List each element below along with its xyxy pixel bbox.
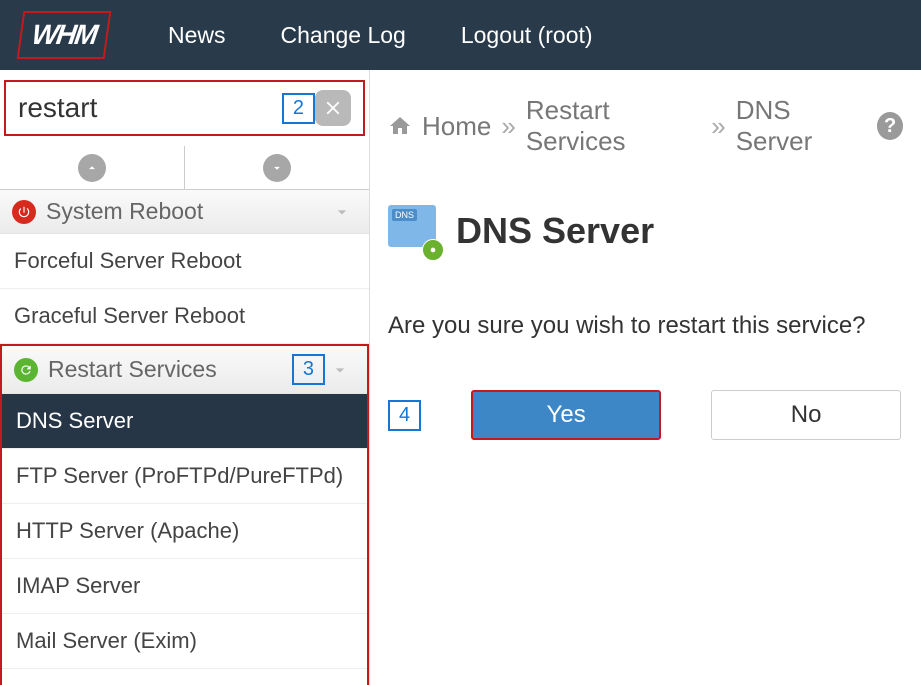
page-title: DNS Server [456, 210, 654, 252]
section-restart-services-highlighted: Restart Services 3 DNS Server FTP Server… [0, 344, 369, 685]
expand-all-button[interactable] [185, 146, 369, 189]
section-restart-services[interactable]: Restart Services 3 [2, 346, 367, 394]
arrow-up-icon [78, 154, 106, 182]
button-row: 4 Yes No [388, 390, 903, 440]
nav-links: News Change Log Logout (root) [168, 22, 593, 49]
confirm-text: Are you sure you wish to restart this se… [388, 312, 903, 340]
topbar: WHM News Change Log Logout (root) [0, 0, 921, 70]
sidebar-item-graceful-reboot[interactable]: Graceful Server Reboot [0, 289, 369, 344]
sidebar-item-ftp-server[interactable]: FTP Server (ProFTPd/PureFTPd) [2, 449, 367, 504]
nav-logout[interactable]: Logout (root) [461, 22, 593, 49]
help-icon[interactable]: ? [877, 112, 903, 140]
sidebar-item-sql-server[interactable]: SQL Server (MySQL) [2, 669, 367, 685]
collapse-expand-row [0, 146, 369, 190]
breadcrumb-home[interactable]: Home [422, 111, 491, 142]
sidebar-item-http-server[interactable]: HTTP Server (Apache) [2, 504, 367, 559]
content: Home » Restart Services » DNS Server ? D… [370, 70, 921, 685]
page-title-row: DNS Server [388, 205, 903, 257]
search-box[interactable]: restart 2 [4, 80, 365, 136]
yes-button[interactable]: Yes [471, 390, 661, 440]
breadcrumb-sep-icon: » [501, 111, 515, 142]
breadcrumb-dns-server: DNS Server [736, 95, 864, 157]
main-container: restart 2 System R [0, 70, 921, 685]
search-badge: 2 [282, 93, 315, 124]
restart-badge: 3 [292, 354, 325, 385]
nav-news[interactable]: News [168, 22, 226, 49]
menu-area: System Reboot Forceful Server Reboot Gra… [0, 190, 369, 685]
breadcrumb-sep-icon: » [711, 111, 725, 142]
power-icon [12, 200, 36, 224]
search-clear-button[interactable] [315, 90, 351, 126]
dns-folder-icon [388, 205, 440, 257]
collapse-all-button[interactable] [0, 146, 185, 189]
sidebar-item-dns-server[interactable]: DNS Server [2, 394, 367, 449]
section-label: System Reboot [46, 198, 327, 225]
sidebar-item-mail-server[interactable]: Mail Server (Exim) [2, 614, 367, 669]
search-value: restart [18, 92, 268, 124]
section-system-reboot[interactable]: System Reboot [0, 190, 369, 234]
check-icon [422, 239, 444, 261]
home-icon[interactable] [388, 114, 412, 138]
arrow-down-icon [263, 154, 291, 182]
chevron-down-icon [325, 360, 355, 380]
chevron-down-icon [327, 202, 357, 222]
breadcrumb-restart-services[interactable]: Restart Services [526, 95, 701, 157]
section-label: Restart Services [48, 356, 278, 383]
no-button[interactable]: No [711, 390, 901, 440]
restart-icon [14, 358, 38, 382]
badge-4: 4 [388, 400, 421, 431]
sidebar-item-forceful-reboot[interactable]: Forceful Server Reboot [0, 234, 369, 289]
nav-changelog[interactable]: Change Log [281, 22, 406, 49]
close-icon [322, 97, 344, 119]
logo[interactable]: WHM [17, 11, 112, 59]
sidebar: restart 2 System R [0, 70, 370, 685]
breadcrumb: Home » Restart Services » DNS Server ? [388, 95, 903, 157]
sidebar-item-imap-server[interactable]: IMAP Server [2, 559, 367, 614]
